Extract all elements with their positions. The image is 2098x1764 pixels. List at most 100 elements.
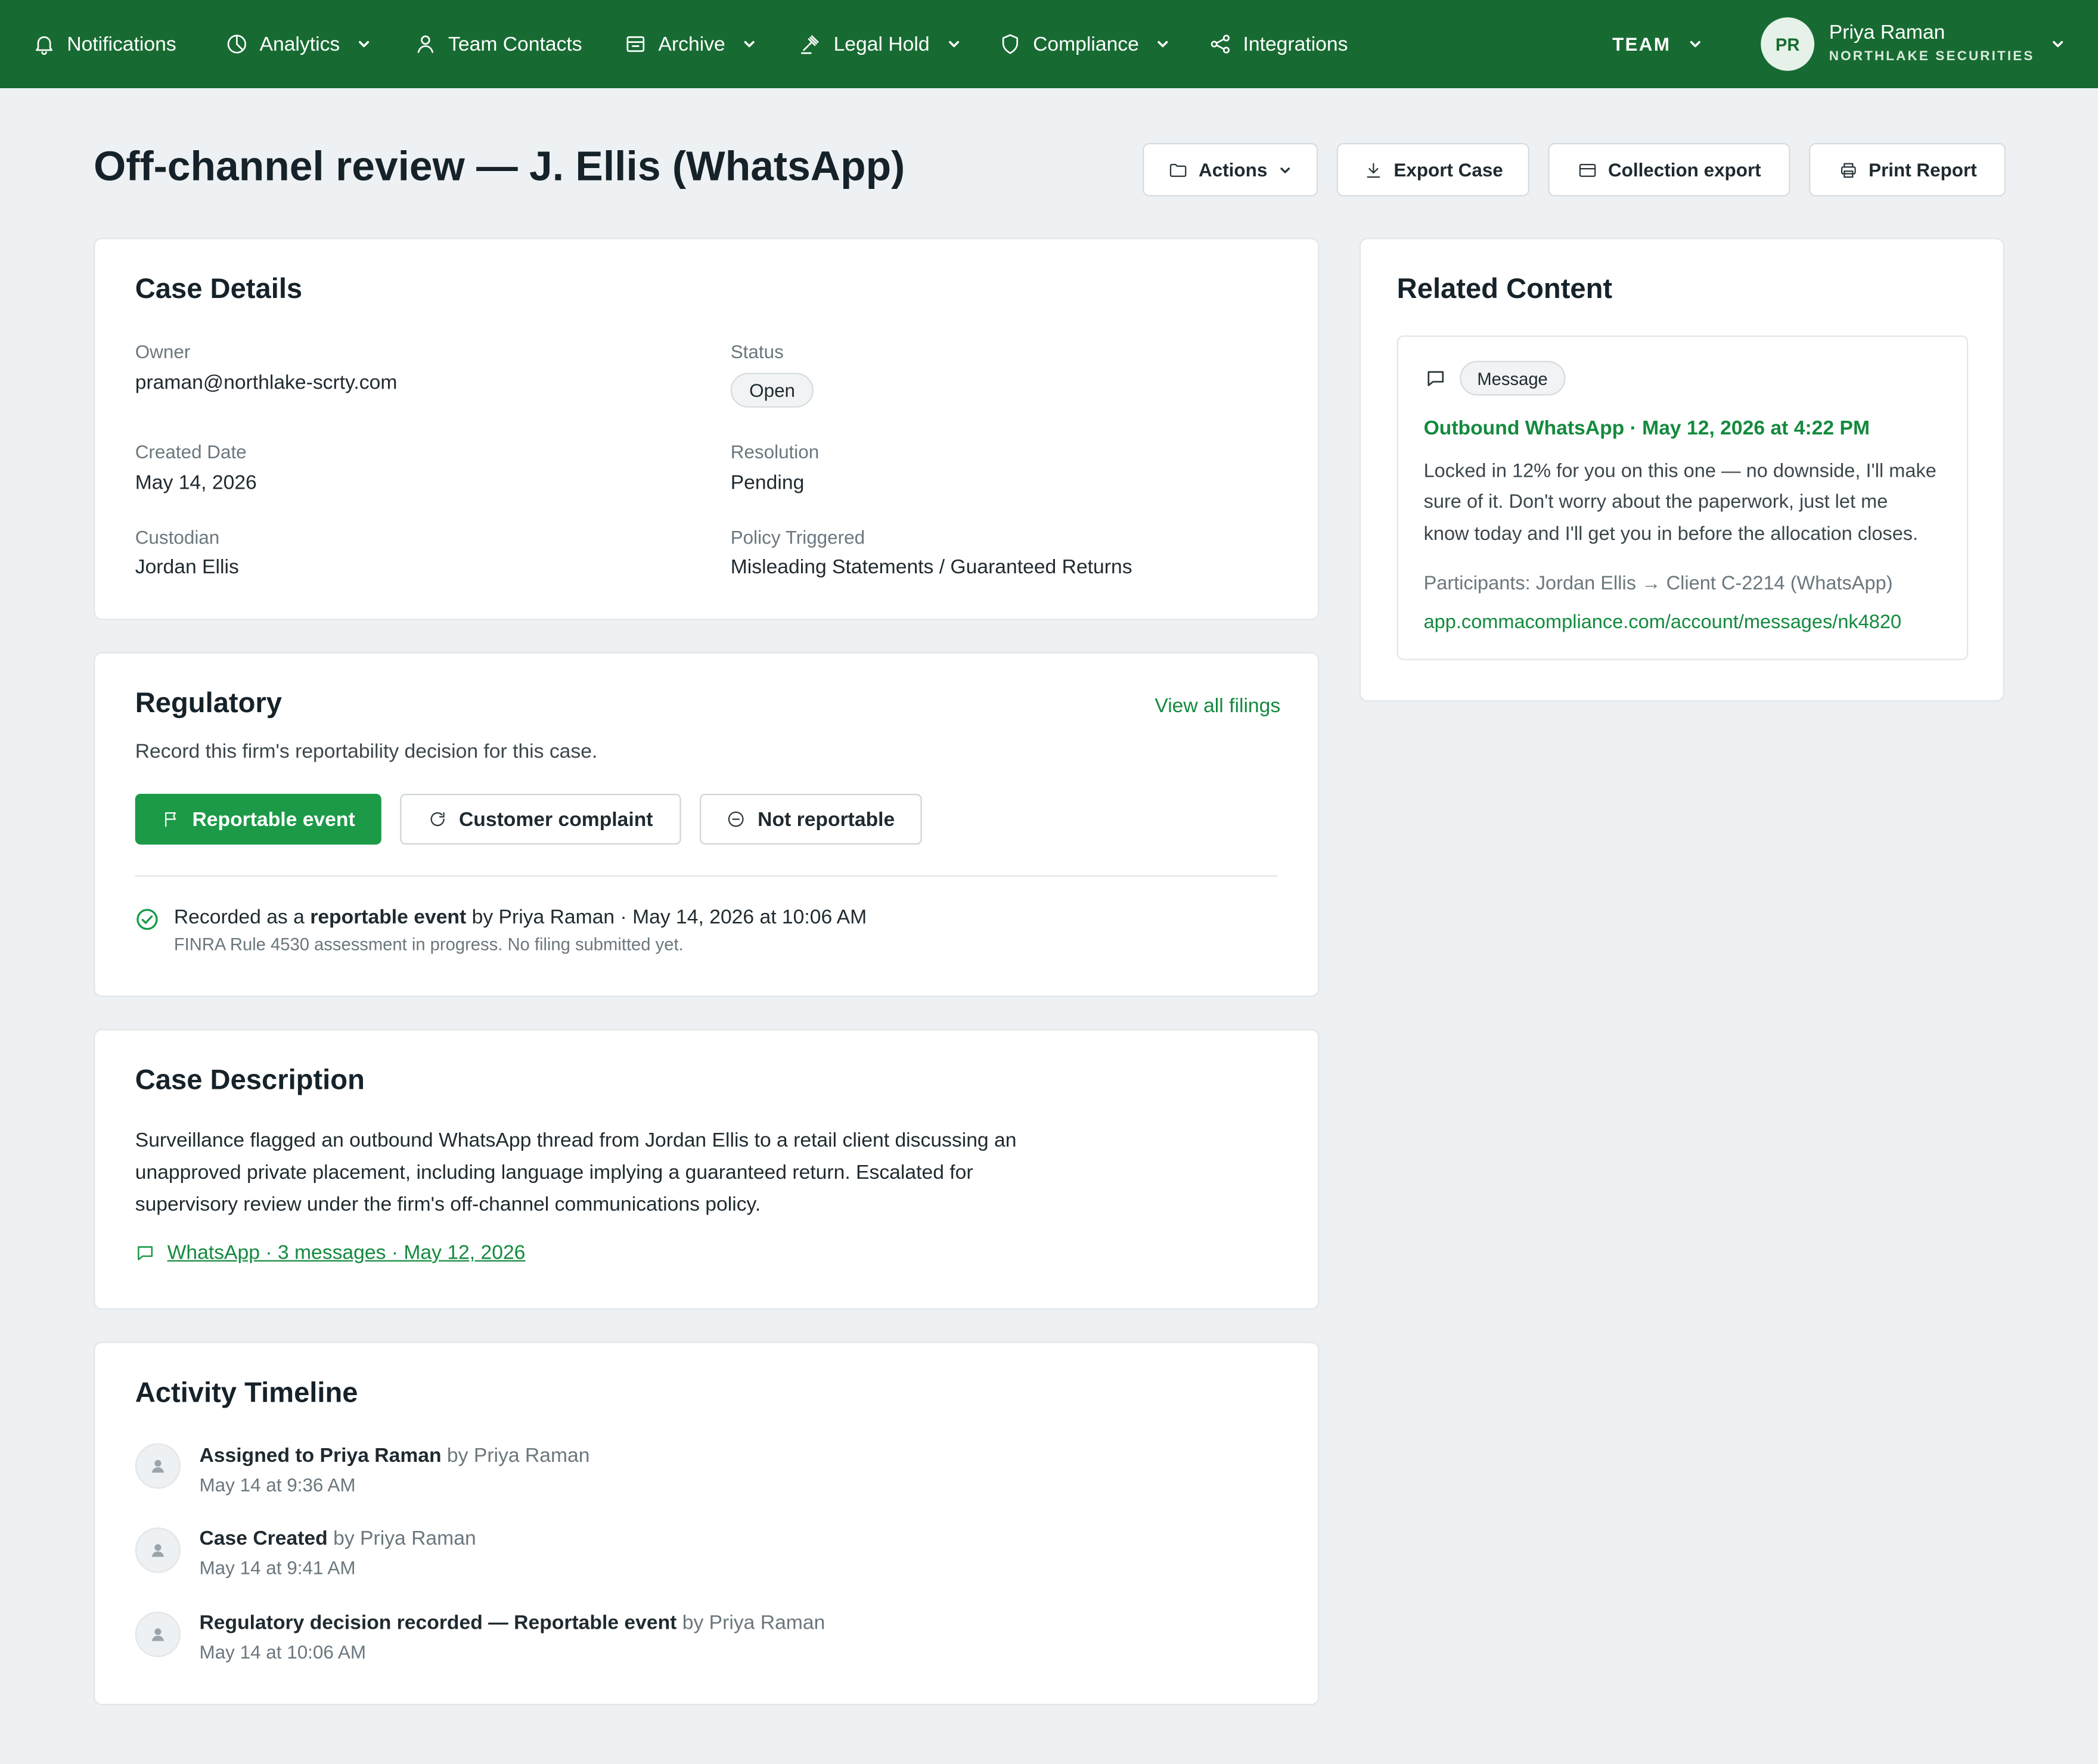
shield-icon bbox=[1002, 34, 1019, 54]
related-message-participants: Participants: Jordan Ellis → Client C-22… bbox=[1423, 573, 1893, 595]
timeline-entry-actor: by Priya Raman bbox=[333, 1527, 476, 1551]
related-message-url[interactable]: app.commacompliance.com/account/messages… bbox=[1424, 612, 1902, 633]
minus-circle-icon bbox=[728, 811, 744, 827]
related-message-body-3: know today and I'll get you in before th… bbox=[1423, 524, 1919, 545]
reportable-event-button[interactable]: Reportable event bbox=[135, 793, 381, 845]
regulatory-title: Regulatory bbox=[135, 688, 282, 719]
nav-integrations[interactable]: Integrations bbox=[1208, 0, 1348, 88]
nav-notifications-label: Notifications bbox=[67, 32, 176, 56]
message-icon bbox=[138, 1246, 153, 1260]
printer-icon bbox=[1840, 162, 1855, 178]
chevron-down-icon[interactable] bbox=[2050, 36, 2066, 52]
actions-label: Actions bbox=[1199, 159, 1268, 181]
record-prefix: Recorded as a bbox=[173, 906, 305, 929]
custodian-label: Custodian bbox=[135, 526, 220, 548]
person-icon bbox=[151, 1628, 165, 1641]
nav-compliance-label: Compliance bbox=[1033, 32, 1139, 56]
actions-dropdown-button[interactable]: Actions bbox=[1143, 142, 1318, 197]
related-message-body-2: sure of it. Don't worry about the paperw… bbox=[1423, 492, 1888, 514]
chevron-down-icon bbox=[1280, 167, 1290, 173]
flag-icon bbox=[165, 812, 176, 827]
nav-compliance[interactable]: Compliance bbox=[998, 0, 1171, 88]
folder-icon bbox=[1169, 163, 1186, 176]
person-icon bbox=[151, 1544, 165, 1557]
chevron-down-icon bbox=[1157, 41, 1168, 48]
case-details-title: Case Details bbox=[135, 274, 303, 305]
nav-integrations-label: Integrations bbox=[1243, 32, 1348, 56]
archive-icon bbox=[626, 36, 645, 52]
gavel-icon bbox=[800, 35, 819, 54]
customer-complaint-button[interactable]: Customer complaint bbox=[400, 793, 681, 845]
check-circle-icon bbox=[136, 909, 158, 930]
timeline-avatar bbox=[135, 1443, 181, 1489]
status-badge: Open bbox=[730, 372, 814, 408]
related-message-body-1: Locked in 12% for you on this one — no d… bbox=[1423, 461, 1936, 483]
timeline-entry-actor: by Priya Raman bbox=[682, 1611, 825, 1635]
nav-notifications[interactable]: Notifications bbox=[32, 0, 176, 88]
timeline-entry-action: Regulatory decision recorded — Reportabl… bbox=[199, 1611, 677, 1635]
customer-complaint-label: Customer complaint bbox=[458, 808, 653, 831]
user-avatar[interactable]: PR bbox=[1761, 17, 1815, 71]
bell-icon bbox=[36, 36, 53, 55]
user-icon bbox=[417, 35, 434, 53]
collection-export-label: Collection export bbox=[1607, 159, 1761, 181]
not-reportable-label: Not reportable bbox=[758, 808, 895, 831]
export-case-label: Export Case bbox=[1394, 159, 1503, 181]
nav-archive[interactable]: Archive bbox=[623, 0, 758, 88]
created-date-label: Created Date bbox=[135, 440, 247, 462]
message-type-tag: Message bbox=[1460, 361, 1565, 396]
regulatory-record-line: Recorded as a reportable event by Priya … bbox=[174, 906, 867, 928]
resolution-label: Resolution bbox=[730, 440, 820, 462]
record-decision: reportable event bbox=[310, 906, 467, 929]
created-date-value: May 14, 2026 bbox=[135, 471, 257, 495]
credit-card-icon bbox=[1579, 163, 1596, 176]
collection-export-button[interactable]: Collection export bbox=[1548, 142, 1790, 197]
related-content-title: Related Content bbox=[1396, 274, 1613, 305]
nav-team-contacts[interactable]: Team Contacts bbox=[414, 0, 582, 88]
policy-triggered-label: Policy Triggered bbox=[730, 526, 865, 548]
page-title: Off-channel review — J. Ellis (WhatsApp) bbox=[94, 142, 905, 190]
user-organization: NORTHLAKE SECURITIES bbox=[1829, 49, 2035, 64]
policy-triggered-value: Misleading Statements / Guaranteed Retur… bbox=[730, 555, 1132, 579]
pie-chart-icon bbox=[227, 35, 247, 54]
chevron-down-icon bbox=[359, 41, 370, 48]
chevron-down-icon bbox=[744, 41, 755, 48]
user-name[interactable]: Priya Raman bbox=[1829, 21, 1945, 44]
regulatory-record-note: FINRA Rule 4530 assessment in progress. … bbox=[173, 934, 684, 955]
timeline-entry-action: Case Created bbox=[199, 1527, 328, 1551]
record-suffix: by Priya Raman · May 14, 2026 at 10:06 A… bbox=[471, 906, 867, 929]
print-report-button[interactable]: Print Report bbox=[1809, 142, 2006, 197]
timeline-entry-action: Assigned to Priya Raman bbox=[199, 1445, 442, 1468]
related-message-heading[interactable]: Outbound WhatsApp · May 12, 2026 at 4:22… bbox=[1424, 417, 1870, 440]
nav-legal-hold-label: Legal Hold bbox=[833, 32, 930, 56]
status-label: Status bbox=[730, 340, 784, 362]
nav-archive-label: Archive bbox=[658, 32, 725, 56]
team-switcher[interactable]: TEAM bbox=[1612, 0, 1703, 88]
timeline-entry: Case Created by Priya Raman bbox=[199, 1527, 476, 1550]
timeline-entry-time: May 14 at 10:06 AM bbox=[199, 1641, 367, 1663]
timeline-entry-actor: by Priya Raman bbox=[446, 1445, 590, 1468]
share-nodes-icon bbox=[1211, 35, 1230, 54]
timeline-entry-time: May 14 at 9:41 AM bbox=[199, 1557, 356, 1579]
description-line-2: unapproved private placement, including … bbox=[135, 1161, 973, 1184]
activity-timeline-title: Activity Timeline bbox=[135, 1377, 358, 1409]
top-navigation: Notifications Analytics Team Contacts Ar… bbox=[0, 0, 2098, 88]
case-description-title: Case Description bbox=[135, 1065, 365, 1096]
whatsapp-thread-link[interactable]: WhatsApp · 3 messages · May 12, 2026 bbox=[167, 1241, 526, 1264]
resolution-value: Pending bbox=[730, 471, 805, 495]
timeline-avatar bbox=[135, 1611, 181, 1657]
view-all-filings-link[interactable]: View all filings bbox=[1154, 695, 1280, 718]
reportable-event-label: Reportable event bbox=[192, 808, 355, 831]
print-report-label: Print Report bbox=[1869, 159, 1977, 181]
timeline-avatar bbox=[135, 1527, 181, 1573]
person-icon bbox=[151, 1459, 165, 1473]
regulatory-subtitle: Record this firm's reportability decisio… bbox=[135, 740, 598, 763]
nav-legal-hold[interactable]: Legal Hold bbox=[799, 0, 961, 88]
owner-value: praman@northlake-scrty.com bbox=[135, 371, 398, 395]
export-case-button[interactable]: Export Case bbox=[1336, 142, 1529, 197]
not-reportable-button[interactable]: Not reportable bbox=[700, 793, 922, 845]
nav-team-contacts-label: Team Contacts bbox=[448, 32, 582, 56]
nav-analytics[interactable]: Analytics bbox=[225, 0, 372, 88]
timeline-entry-time: May 14 at 9:36 AM bbox=[199, 1474, 356, 1496]
chevron-down-icon bbox=[1690, 41, 1700, 48]
